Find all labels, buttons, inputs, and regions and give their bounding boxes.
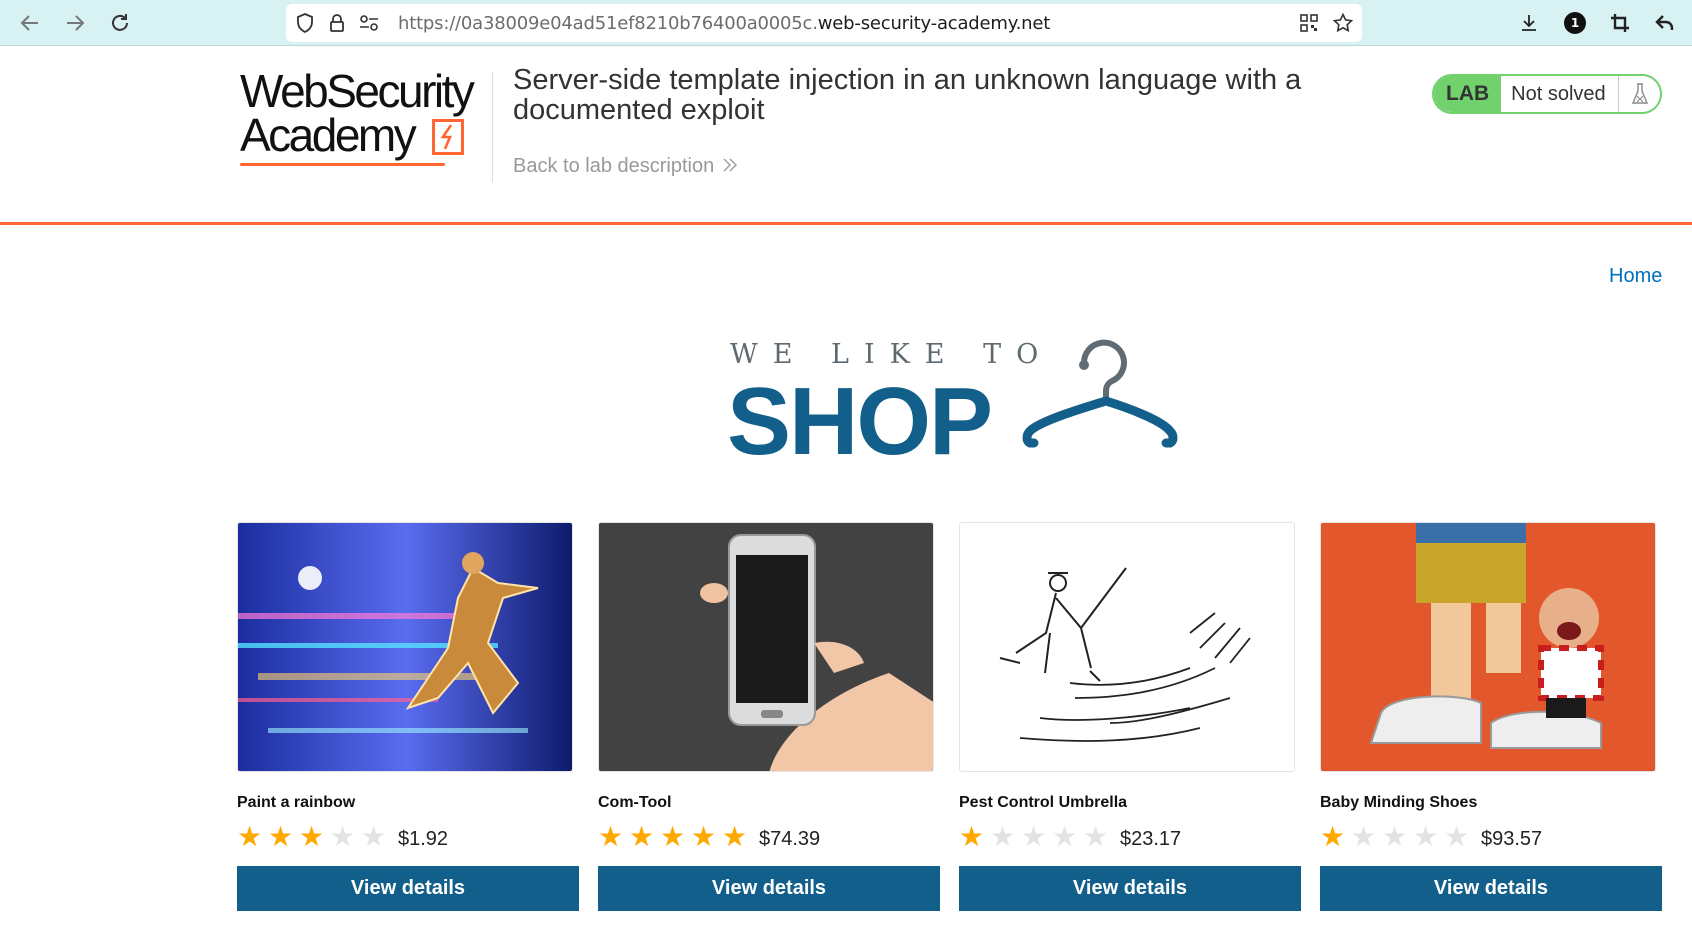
product-image[interactable] — [598, 522, 934, 772]
product-price: $1.92 — [398, 827, 449, 850]
view-details-button[interactable]: View details — [1320, 866, 1662, 911]
logo-bolt-icon — [432, 119, 464, 155]
back-to-lab-description-link[interactable]: Back to lab description — [513, 155, 738, 178]
lab-badge: LAB — [1434, 76, 1502, 112]
extension-badge-icon[interactable]: 1 — [1560, 8, 1590, 38]
star-filled-icon: ★ — [691, 821, 717, 852]
star-rating: ★ ★ ★ ★ ★ — [1320, 823, 1475, 851]
academy-header: WebSecurity Academy Server-side template… — [0, 47, 1692, 225]
star-empty-icon: ★ — [361, 821, 387, 852]
back-arrow-icon[interactable] — [15, 8, 45, 38]
flask-icon — [1618, 76, 1660, 112]
view-details-button[interactable]: View details — [237, 866, 579, 911]
notification-count: 1 — [1564, 12, 1586, 34]
logo-line-1: WebSecurity — [240, 65, 475, 117]
crop-icon[interactable] — [1605, 8, 1635, 38]
shield-icon[interactable] — [294, 12, 316, 34]
product-rating-row: ★ ★ ★ ★ ★ $93.57 — [1320, 822, 1662, 852]
lock-icon[interactable] — [326, 12, 348, 34]
header-divider — [492, 72, 493, 182]
home-link[interactable]: Home — [1609, 265, 1662, 288]
product-card: Pest Control Umbrella ★ ★ ★ ★ ★ $23.17 View … — [959, 522, 1301, 911]
product-price: $74.39 — [759, 827, 821, 850]
star-rating: ★ ★ ★ ★ ★ — [959, 823, 1114, 851]
star-empty-icon: ★ — [1021, 821, 1047, 852]
star-rating: ★ ★ ★ ★ ★ — [598, 823, 753, 851]
product-price: $23.17 — [1120, 827, 1182, 850]
lab-status-widget: LAB Not solved — [1432, 74, 1662, 114]
bookmark-star-icon[interactable] — [1332, 12, 1354, 34]
hero-tagline: WE LIKE TO — [730, 339, 1054, 370]
star-empty-icon: ★ — [1351, 821, 1377, 852]
lab-title: Server-side template injection in an unk… — [513, 64, 1302, 126]
star-empty-icon: ★ — [1083, 821, 1109, 852]
forward-arrow-icon[interactable] — [60, 8, 90, 38]
product-image[interactable] — [237, 522, 573, 772]
star-filled-icon: ★ — [959, 821, 985, 852]
star-empty-icon: ★ — [1413, 821, 1439, 852]
web-security-academy-logo[interactable]: WebSecurity Academy — [240, 65, 490, 169]
star-filled-icon: ★ — [722, 821, 748, 852]
star-empty-icon: ★ — [1444, 821, 1470, 852]
hero-shop-word: SHOP — [727, 368, 993, 475]
url-domain: web-security-academy.net — [817, 13, 1051, 34]
back-link-label: Back to lab description — [513, 155, 715, 177]
qr-code-icon[interactable] — [1298, 12, 1320, 34]
star-empty-icon: ★ — [1382, 821, 1408, 852]
product-rating-row: ★ ★ ★ ★ ★ $1.92 — [237, 822, 579, 852]
star-filled-icon: ★ — [299, 821, 325, 852]
product-name: Pest Control Umbrella — [959, 794, 1128, 811]
url-text: https://0a38009e04ad51ef8210b76400a0005c… — [398, 13, 1050, 34]
lab-status-text: Not solved — [1511, 82, 1606, 105]
product-price: $93.57 — [1481, 827, 1543, 850]
star-filled-icon: ★ — [1320, 821, 1346, 852]
star-filled-icon: ★ — [268, 821, 294, 852]
view-details-button[interactable]: View details — [959, 866, 1301, 911]
shop-hero-banner: WE LIKE TO SHOP — [727, 335, 1190, 475]
product-card: Baby Minding Shoes ★ ★ ★ ★ ★ $93.57 View det… — [1320, 522, 1662, 911]
product-image[interactable] — [959, 522, 1295, 772]
url-prefix: https://0a38009e04ad51ef8210b76400a0005c… — [398, 13, 818, 34]
logo-underline — [240, 163, 445, 166]
download-icon[interactable] — [1514, 8, 1544, 38]
product-image[interactable] — [1320, 522, 1656, 772]
site-settings-icon[interactable] — [358, 12, 380, 34]
product-name: Paint a rainbow — [237, 794, 356, 811]
reload-icon[interactable] — [105, 8, 135, 38]
product-rating-row: ★ ★ ★ ★ ★ $23.17 — [959, 822, 1301, 852]
star-rating: ★ ★ ★ ★ ★ — [237, 823, 392, 851]
star-filled-icon: ★ — [237, 821, 263, 852]
double-chevron-right-icon — [722, 155, 738, 177]
browser-toolbar: https://0a38009e04ad51ef8210b76400a0005c… — [0, 0, 1692, 46]
logo-line-2: Academy — [240, 109, 417, 161]
star-filled-icon: ★ — [629, 821, 655, 852]
undo-arrow-icon[interactable] — [1650, 8, 1680, 38]
product-card: Com-Tool ★ ★ ★ ★ ★ $74.39 View details — [598, 522, 940, 911]
coat-hanger-icon — [1022, 339, 1178, 448]
product-name: Com-Tool — [598, 794, 672, 811]
address-bar[interactable]: https://0a38009e04ad51ef8210b76400a0005c… — [286, 4, 1362, 42]
product-name: Baby Minding Shoes — [1320, 794, 1478, 811]
product-card: Paint a rainbow ★ ★ ★ ★ ★ $1.92 View details — [237, 522, 579, 911]
product-rating-row: ★ ★ ★ ★ ★ $74.39 — [598, 822, 940, 852]
star-empty-icon: ★ — [990, 821, 1016, 852]
star-empty-icon: ★ — [1052, 821, 1078, 852]
star-filled-icon: ★ — [598, 821, 624, 852]
star-filled-icon: ★ — [660, 821, 686, 852]
view-details-button[interactable]: View details — [598, 866, 940, 911]
star-empty-icon: ★ — [330, 821, 356, 852]
